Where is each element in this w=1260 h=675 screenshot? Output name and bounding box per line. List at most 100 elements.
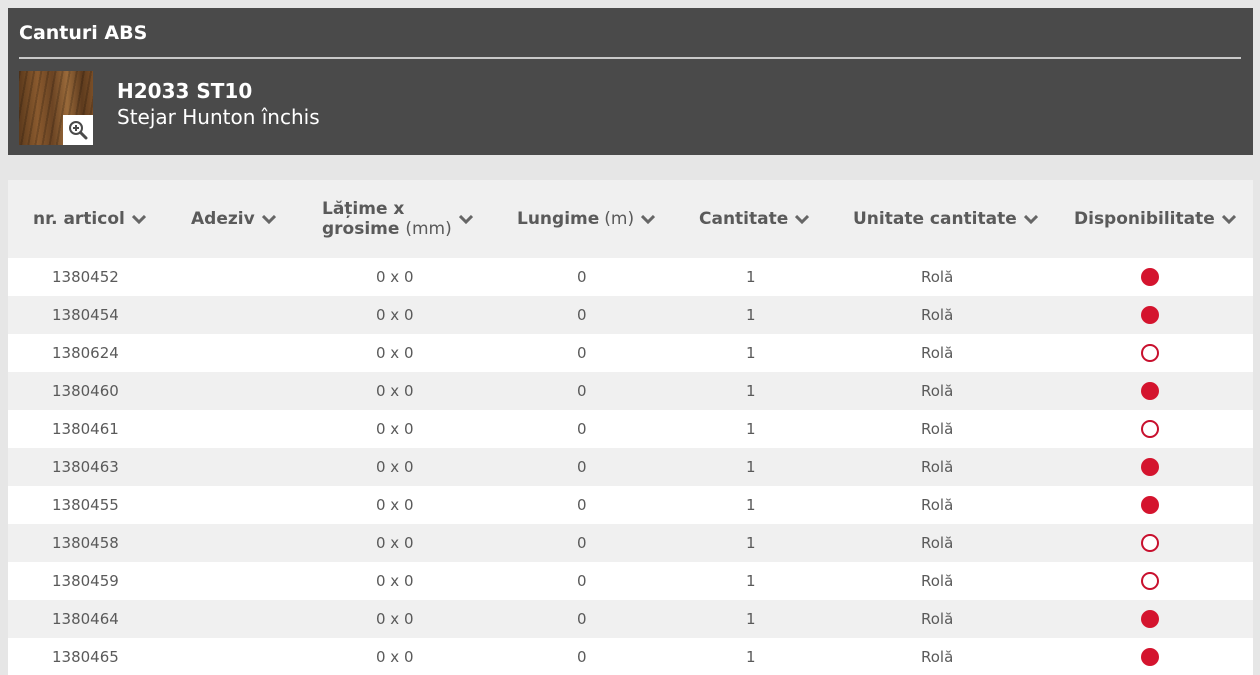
table-row[interactable]: 1380455 0 x 0 0 1 Rolă <box>8 486 1253 524</box>
availability-empty-icon <box>1141 534 1159 552</box>
unit-cell: Rolă <box>921 610 954 628</box>
dimensions-cell: 0 x 0 <box>376 572 414 590</box>
length-cell: 0 <box>577 610 587 628</box>
col-header-label: Cantitate <box>699 209 789 229</box>
length-cell: 0 <box>577 534 587 552</box>
product-code: H2033 ST10 <box>117 79 253 103</box>
article-cell: 1380463 <box>52 458 119 476</box>
col-header-label-line1: Lățime x <box>322 199 405 219</box>
col-header-availability[interactable]: Disponibilitate <box>1074 180 1236 258</box>
unit-cell: Rolă <box>921 458 954 476</box>
table-row[interactable]: 1380458 0 x 0 0 1 Rolă <box>8 524 1253 562</box>
article-cell: 1380452 <box>52 268 119 286</box>
quantity-cell: 1 <box>746 306 756 324</box>
dimensions-cell: 0 x 0 <box>376 534 414 552</box>
col-header-label: Lățime x grosime (mm) <box>322 199 452 239</box>
length-cell: 0 <box>577 458 587 476</box>
col-header-dimensions[interactable]: Lățime x grosime (mm) <box>322 180 473 258</box>
chevron-down-icon <box>261 209 276 229</box>
unit-cell: Rolă <box>921 306 954 324</box>
articles-table: nr. articol Adeziv Lățime x grosime (mm)… <box>8 180 1253 675</box>
col-header-adhesive[interactable]: Adeziv <box>191 180 276 258</box>
length-cell: 0 <box>577 382 587 400</box>
dimensions-cell: 0 x 0 <box>376 610 414 628</box>
length-cell: 0 <box>577 648 587 666</box>
dimensions-cell: 0 x 0 <box>376 344 414 362</box>
unit-cell: Rolă <box>921 268 954 286</box>
col-header-label: Lungime <box>517 209 600 229</box>
availability-filled-icon <box>1141 382 1159 400</box>
quantity-cell: 1 <box>746 420 756 438</box>
unit-cell: Rolă <box>921 648 954 666</box>
availability-filled-icon <box>1141 306 1159 324</box>
col-header-quantity[interactable]: Cantitate <box>699 180 810 258</box>
table-body: 1380452 0 x 0 0 1 Rolă 1380454 0 x 0 0 1 Rolă 1380… <box>8 258 1253 675</box>
dimensions-cell: 0 x 0 <box>376 496 414 514</box>
article-cell: 1380459 <box>52 572 119 590</box>
zoom-in-icon <box>69 121 88 140</box>
table-row[interactable]: 1380452 0 x 0 0 1 Rolă <box>8 258 1253 296</box>
unit-cell: Rolă <box>921 572 954 590</box>
chevron-down-icon <box>1023 209 1038 229</box>
table-row[interactable]: 1380463 0 x 0 0 1 Rolă <box>8 448 1253 486</box>
col-header-unit: (mm) <box>405 219 452 239</box>
quantity-cell: 1 <box>746 344 756 362</box>
availability-filled-icon <box>1141 496 1159 514</box>
availability-filled-icon <box>1141 458 1159 476</box>
table-row[interactable]: 1380624 0 x 0 0 1 Rolă <box>8 334 1253 372</box>
col-header-label-line2: grosime <box>322 219 400 239</box>
col-header-length[interactable]: Lungime (m) <box>517 180 656 258</box>
unit-cell: Rolă <box>921 382 954 400</box>
product-thumbnail[interactable] <box>19 71 93 145</box>
table-row[interactable]: 1380459 0 x 0 0 1 Rolă <box>8 562 1253 600</box>
availability-empty-icon <box>1141 420 1159 438</box>
product-name: Stejar Hunton închis <box>117 105 320 129</box>
quantity-cell: 1 <box>746 268 756 286</box>
quantity-cell: 1 <box>746 534 756 552</box>
availability-cell <box>1140 486 1160 524</box>
table-row[interactable]: 1380454 0 x 0 0 1 Rolă <box>8 296 1253 334</box>
col-header-unit-qty[interactable]: Unitate cantitate <box>853 180 1038 258</box>
col-header-unit: (m) <box>604 209 635 229</box>
article-cell: 1380455 <box>52 496 119 514</box>
quantity-cell: 1 <box>746 382 756 400</box>
col-header-label: Disponibilitate <box>1074 209 1215 229</box>
availability-cell <box>1140 638 1160 675</box>
availability-cell <box>1140 600 1160 638</box>
article-cell: 1380464 <box>52 610 119 628</box>
availability-cell <box>1140 334 1160 372</box>
article-cell: 1380460 <box>52 382 119 400</box>
unit-cell: Rolă <box>921 496 954 514</box>
availability-empty-icon <box>1141 572 1159 590</box>
availability-cell <box>1140 372 1160 410</box>
quantity-cell: 1 <box>746 648 756 666</box>
dimensions-cell: 0 x 0 <box>376 382 414 400</box>
table-header: nr. articol Adeziv Lățime x grosime (mm)… <box>8 180 1253 258</box>
quantity-cell: 1 <box>746 610 756 628</box>
section-title: Canturi ABS <box>19 22 148 44</box>
availability-filled-icon <box>1141 610 1159 628</box>
col-header-label: Adeziv <box>191 209 255 229</box>
zoom-button[interactable] <box>63 115 93 145</box>
availability-filled-icon <box>1141 648 1159 666</box>
quantity-cell: 1 <box>746 496 756 514</box>
length-cell: 0 <box>577 420 587 438</box>
availability-cell <box>1140 410 1160 448</box>
length-cell: 0 <box>577 268 587 286</box>
col-header-label: nr. articol <box>33 209 125 229</box>
chevron-down-icon <box>131 209 146 229</box>
table-row[interactable]: 1380460 0 x 0 0 1 Rolă <box>8 372 1253 410</box>
table-row[interactable]: 1380465 0 x 0 0 1 Rolă <box>8 638 1253 675</box>
col-header-article[interactable]: nr. articol <box>33 180 146 258</box>
unit-cell: Rolă <box>921 420 954 438</box>
length-cell: 0 <box>577 572 587 590</box>
availability-cell <box>1140 258 1160 296</box>
article-cell: 1380624 <box>52 344 119 362</box>
article-cell: 1380458 <box>52 534 119 552</box>
dimensions-cell: 0 x 0 <box>376 268 414 286</box>
unit-cell: Rolă <box>921 344 954 362</box>
table-row[interactable]: 1380461 0 x 0 0 1 Rolă <box>8 410 1253 448</box>
article-cell: 1380461 <box>52 420 119 438</box>
availability-cell <box>1140 296 1160 334</box>
table-row[interactable]: 1380464 0 x 0 0 1 Rolă <box>8 600 1253 638</box>
